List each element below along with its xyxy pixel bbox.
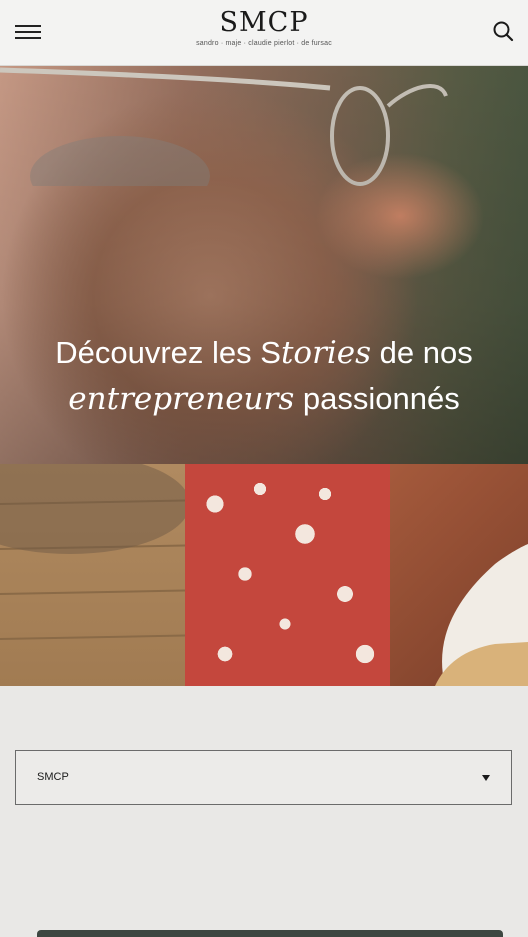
hero-banner[interactable]: Découvrez les Stories de nos entrepreneu… (0, 66, 528, 464)
site-header: SMCP sandro · maje · claudie pierlot · d… (0, 0, 528, 66)
story-card-preview[interactable] (37, 930, 503, 937)
story-image[interactable] (0, 464, 528, 686)
logo-subtitle: sandro · maje · claudie pierlot · de fur… (196, 40, 332, 47)
brand-select-value: SMCP (37, 771, 69, 783)
hero-title-part1: Découvrez les S (55, 335, 281, 370)
logo[interactable]: SMCP sandro · maje · claudie pierlot · d… (0, 7, 528, 47)
hero-title-part3: passionnés (294, 381, 460, 416)
search-icon[interactable] (492, 20, 514, 42)
logo-title: SMCP (219, 7, 309, 38)
brand-select-dropdown[interactable]: SMCP (15, 750, 512, 805)
caret-down-icon (482, 775, 490, 781)
hero-title: Découvrez les Stories de nos entrepreneu… (0, 330, 528, 422)
hero-title-part2: de nos (371, 335, 473, 370)
hero-title-italic1: tories (280, 335, 372, 371)
scarf-image-detail (185, 464, 405, 686)
hero-title-italic2: entrepreneurs (68, 381, 295, 417)
sneaker-image-detail (435, 544, 528, 686)
